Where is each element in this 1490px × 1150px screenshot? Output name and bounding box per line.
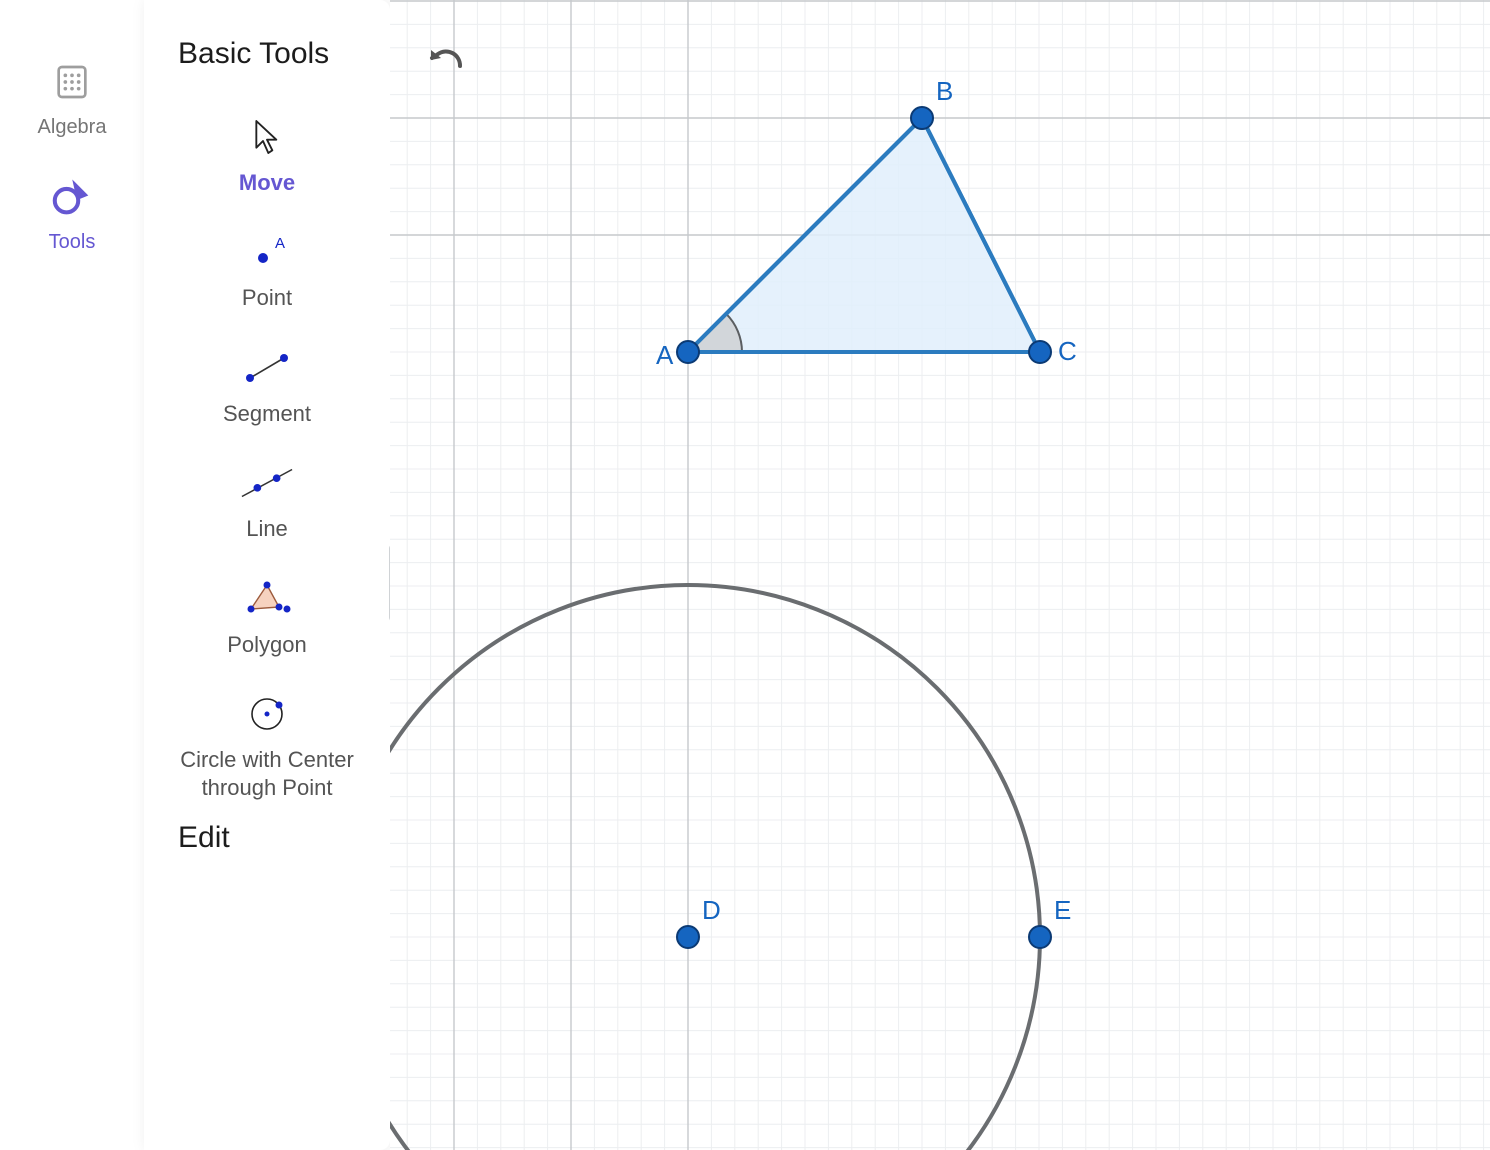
tool-segment[interactable]: Segment bbox=[144, 326, 390, 442]
point-icon: A bbox=[240, 228, 294, 276]
tool-circle-center-through[interactable]: Circle with Center through Point bbox=[144, 672, 390, 815]
rail-label-algebra: Algebra bbox=[38, 116, 107, 139]
tool-label: Line bbox=[246, 515, 288, 543]
geometry-canvas[interactable]: A B C D E bbox=[390, 0, 1490, 1150]
svg-text:C: C bbox=[1058, 336, 1077, 366]
tool-line[interactable]: Line bbox=[144, 441, 390, 557]
tool-point[interactable]: A Point bbox=[144, 210, 390, 326]
tool-polygon[interactable]: Polygon bbox=[144, 557, 390, 673]
canvas-svg: A B C D E bbox=[390, 0, 1490, 1150]
line-icon bbox=[240, 459, 294, 507]
rail-item-tools[interactable]: Tools bbox=[49, 175, 96, 254]
rail-item-algebra[interactable]: Algebra bbox=[38, 60, 107, 139]
circle-icon bbox=[240, 690, 294, 738]
tools-icon bbox=[50, 175, 94, 219]
segment-icon bbox=[240, 344, 294, 392]
calculator-icon bbox=[50, 60, 94, 104]
undo-button[interactable] bbox=[428, 42, 472, 86]
cursor-icon bbox=[240, 113, 294, 161]
view-rail: Algebra Tools bbox=[0, 0, 144, 1150]
svg-text:E: E bbox=[1054, 895, 1071, 925]
tool-label: Circle with Center through Point bbox=[172, 746, 362, 801]
tool-label: Segment bbox=[223, 400, 311, 428]
tool-label: Point bbox=[242, 284, 292, 312]
rail-label-tools: Tools bbox=[49, 231, 96, 254]
svg-text:D: D bbox=[702, 895, 721, 925]
polygon-icon bbox=[240, 575, 294, 623]
svg-text:A: A bbox=[275, 235, 285, 252]
svg-text:B: B bbox=[936, 76, 953, 106]
tool-panel: Basic Tools Move A Point bbox=[144, 0, 390, 1150]
tool-label: Move bbox=[239, 169, 295, 197]
tool-move[interactable]: Move bbox=[144, 95, 390, 211]
svg-text:A: A bbox=[656, 340, 674, 370]
panel-title: Basic Tools bbox=[144, 34, 390, 75]
tool-label: Polygon bbox=[227, 631, 307, 659]
panel-section-edit: Edit bbox=[144, 821, 390, 855]
tool-list: Move A Point bbox=[144, 95, 390, 816]
